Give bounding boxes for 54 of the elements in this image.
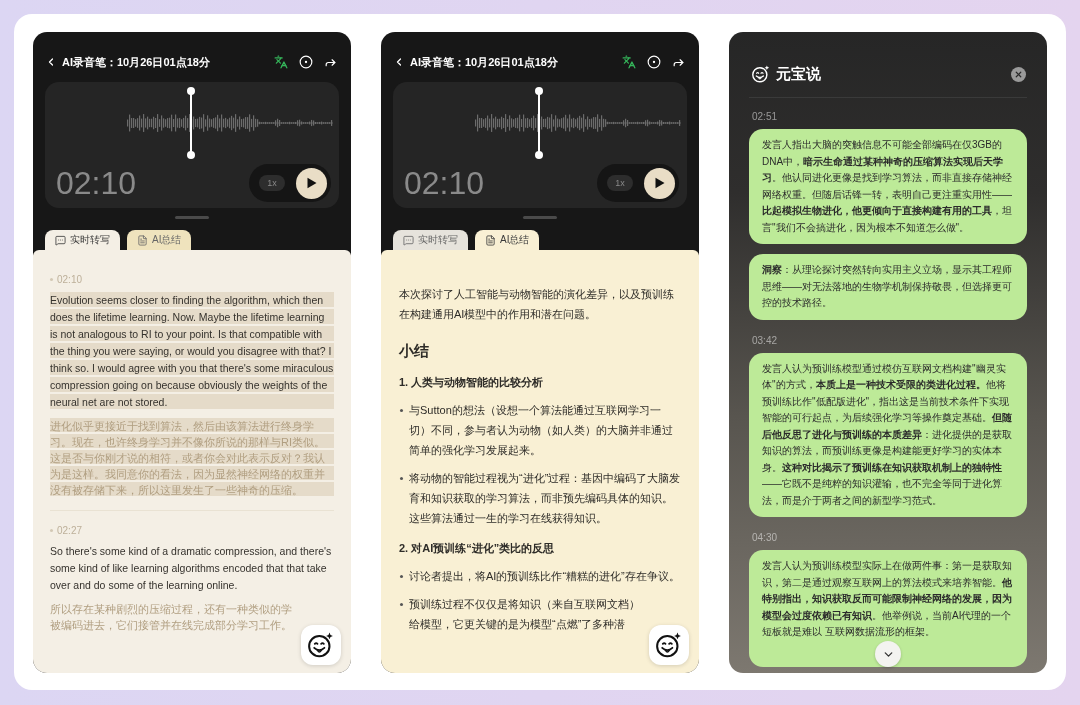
smiley-button[interactable] xyxy=(649,625,689,665)
tab[interactable]: 实时转写 xyxy=(45,230,120,250)
bullet-text: 与Sutton的想法（设想一个算法能通过互联网学习一切）不同，参与者认为动物（如人类）的大脑并非通过简单的强化学习发展起来。 xyxy=(409,403,674,458)
transcript-text: So there's some kind of a dramatic compression, and there's some kind of like learning algorithms encoded that that take over and do some of the learning online. xyxy=(50,544,333,593)
timestamp: 02:27 xyxy=(57,523,83,538)
tab[interactable]: AI总结 xyxy=(475,230,540,250)
timestamp: 04:30 xyxy=(751,531,779,545)
message-icon xyxy=(403,234,414,246)
smiley-face-icon xyxy=(308,632,334,658)
message-icon xyxy=(55,234,66,246)
panel-title: 元宝说 xyxy=(776,63,821,84)
target-icon[interactable] xyxy=(299,55,313,69)
elapsed-time: 02:10 xyxy=(56,167,137,199)
bullet-text: 讨论者提出，将AI的预训练比作“糟糕的进化”存在争议。 xyxy=(409,569,680,584)
playhead-handle[interactable] xyxy=(187,87,195,159)
note-card: 洞察：从理论探讨突然转向实用主义立场，显示其工程师思维——对无法落地的生物学机制保持敬畏，但选择更可控的技术路径。 xyxy=(749,254,1027,320)
play-icon xyxy=(654,177,665,189)
summary-heading: 小结 xyxy=(399,341,430,361)
play-button[interactable] xyxy=(296,167,327,199)
timestamp: 02:51 xyxy=(751,110,779,124)
drag-handle[interactable] xyxy=(175,216,209,219)
elapsed-time: 02:10 xyxy=(404,167,485,199)
document-icon xyxy=(137,234,148,246)
bullet-text: 预训练过程不仅仅是将知识（来自互联网文档）给模型，它更关键的是为模型“点燃”了多种潜 xyxy=(409,597,641,632)
recording-title: AI录音笔：10月26日01点18分 xyxy=(410,54,558,70)
smiley-button[interactable] xyxy=(301,625,341,665)
play-icon xyxy=(306,177,317,189)
tab[interactable]: 实时转写 xyxy=(393,230,468,250)
note-card: 发言人认为预训练模型通过模仿互联网文档构建"幽灵实体"的方式，本质上是一种技术受限的类进化过程。他将预训练比作"低配版进化"，指出这是当前技术条件下实现智能的可行起点，为后续强化学习等操作奠定基础。但随后他反思了进化与预训练的本质差异：进化提供的是获取知识的算法，而预训练更像是构建能更好学习的实体本身。这种对比揭示了预训练在知识获取机制上的独特性——它既不是纯粹的知识灌输，也不完全等同于进化算法，而是介于两者之间的新型学习范式。 xyxy=(749,352,1027,517)
translate-icon[interactable] xyxy=(274,55,288,69)
timestamp: 02:10 xyxy=(57,272,83,287)
transcript-text: Evolution seems closer to finding the algorithm, which then does the lifetime learning. Now. Maybe the lifetime learning is not analogous to RI to your point. Is that compatible with the thing you were saying, or would you disagree with that? I think so. I would agree with you that there's some miraculous compression going on because obviously the weights of the neural net are not stored. xyxy=(50,292,334,411)
playhead-handle[interactable] xyxy=(535,87,543,159)
summary-intro: 本次探讨了人工智能与动物智能的演化差异，以及预训练在构建通用AI模型中的作用和潜在问题。 xyxy=(399,287,675,322)
section-title: 1. 人类与动物智能的比较分析 xyxy=(399,375,545,390)
play-button[interactable] xyxy=(644,167,675,199)
note-card: 发言人指出大脑的突触信息不可能全部编码在仅3GB的DNA中，暗示生命通过某种神奇的压缩算法实现后天学习。他认同进化更像是找到学习算法，而非直接存储神经网络权重。但随后话锋一转，表明自己更注重实用性——比起模拟生物进化，他更倾向于直接构建有用的工具，坦言"我们不会搞进化，因为根本不知道怎么做"。 xyxy=(749,129,1027,244)
drag-handle[interactable] xyxy=(523,216,557,219)
speed-button[interactable]: 1x xyxy=(259,175,285,191)
target-icon[interactable] xyxy=(647,55,661,69)
timestamp: 03:42 xyxy=(751,333,779,348)
section-title: 2. 对AI预训练“进化”类比的反思 xyxy=(399,541,556,556)
close-button[interactable] xyxy=(1011,66,1026,82)
tab[interactable]: AI总结 xyxy=(127,230,192,250)
smiley-face-icon xyxy=(752,65,770,83)
document-icon xyxy=(485,234,496,246)
translation-text: 所以存在某种剧烈的压缩过程，还有一种类似的学被编码进去，它们接管并在线完成部分学习工作。 xyxy=(50,602,293,633)
note-card: 发言人认为预训练模型实际上在做两件事：第一是获取知识，第二是通过观察互联网上的算法模式来培养智能。他特别指出，知识获取反而可能限制神经网络的发展，因为模型会过度依赖已有知识。他举例说，当前AI代理的一个短板就是难以 互联网数据流形的框架。 xyxy=(749,550,1027,667)
translate-icon[interactable] xyxy=(622,55,636,69)
speed-button[interactable]: 1x xyxy=(607,175,633,191)
bullet-text: 将动物的智能过程视为“进化”过程：基因中编码了大脑发育和知识获取的学习算法，而非预先编码具体的知识。这些算法通过一生的学习在线获得知识。 xyxy=(409,471,681,526)
smiley-face-icon xyxy=(656,632,682,658)
recording-title: AI录音笔：10月26日01点18分 xyxy=(62,54,210,70)
close-icon xyxy=(1014,69,1023,79)
